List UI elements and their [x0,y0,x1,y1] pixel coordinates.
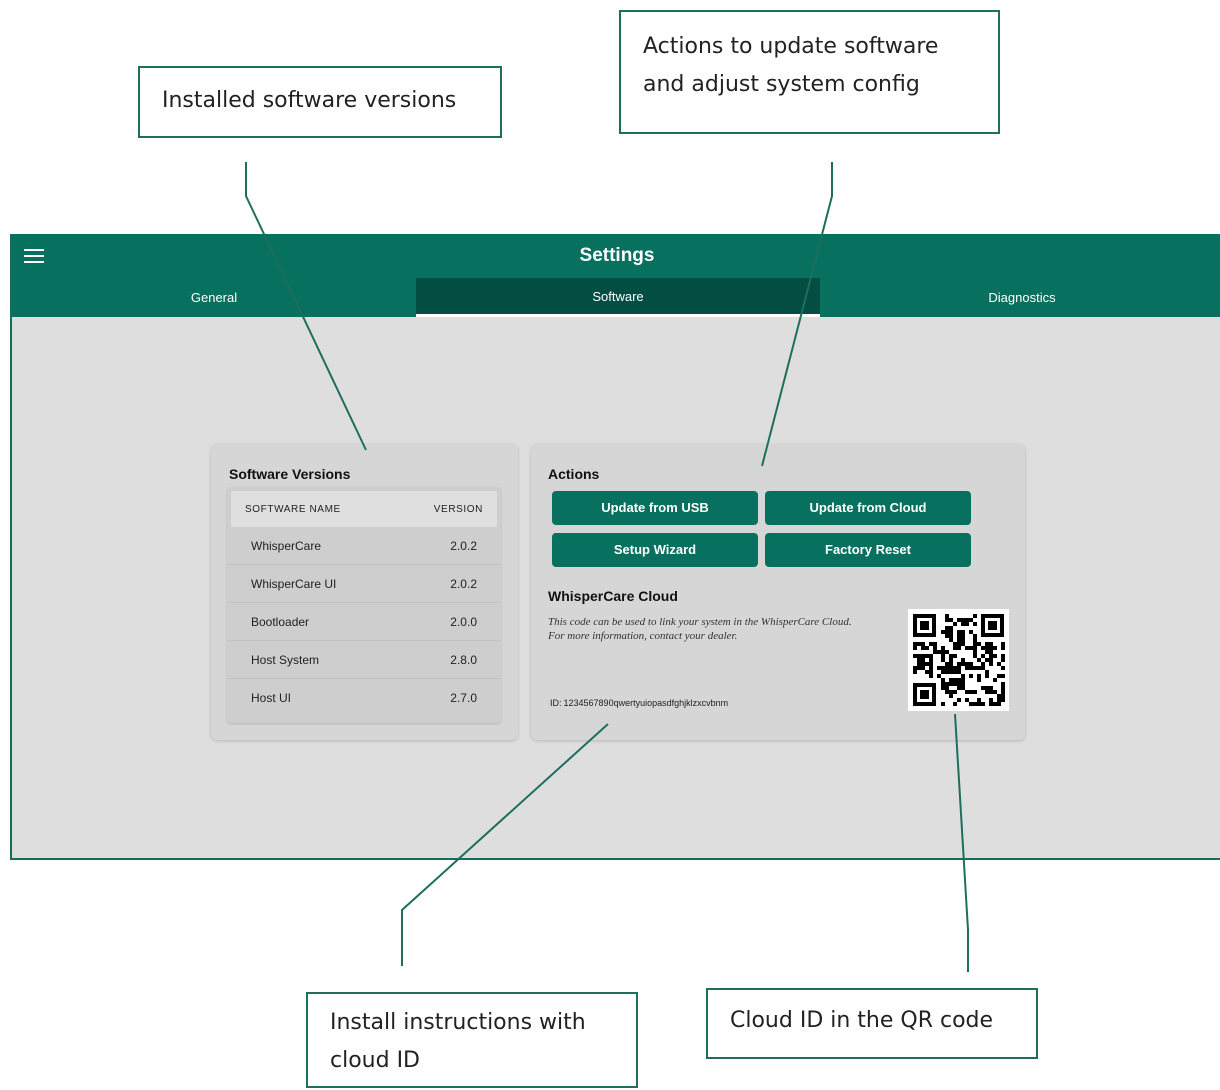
cloud-id-value: 1234567890qwertyuiopasdfghjklzxcvbnm [563,698,729,708]
callout-actions: Actions to update software and adjust sy… [619,10,1000,134]
software-version: 2.8.0 [450,652,477,667]
column-header-version: VERSION [433,503,483,515]
page-title: Settings [579,245,655,266]
update-from-cloud-button[interactable]: Update from Cloud [765,491,971,525]
cloud-description-line1: This code can be used to link your syste… [548,616,852,628]
tab-software[interactable]: Software [416,278,820,317]
callout-install-instructions: Install instructions with cloud ID [306,992,638,1088]
table-row: WhisperCare 2.0.2 [227,527,501,565]
table-row: Host System 2.8.0 [227,641,501,679]
software-name: WhisperCare UI [251,576,337,591]
top-bar: Settings [12,234,1220,278]
actions-card: Actions Update from USB Update from Clou… [531,444,1025,740]
cloud-description: This code can be used to link your syste… [548,615,908,643]
software-name: Host System [251,652,320,667]
software-versions-title: Software Versions [229,466,351,482]
table-row: Host UI 2.7.0 [227,679,501,717]
callout-text-line1: Actions to update software [643,34,939,59]
tab-diagnostics[interactable]: Diagnostics [820,278,1220,317]
update-from-usb-button[interactable]: Update from USB [552,491,758,525]
callout-cloud-id: Cloud ID in the QR code [706,988,1038,1059]
software-version: 2.7.0 [450,691,477,705]
versions-table: SOFTWARE NAME VERSION WhisperCare 2.0.2 … [227,487,501,723]
actions-title: Actions [548,466,600,482]
callout-installed-versions: Installed software versions [138,66,502,138]
software-name: WhisperCare [251,538,322,553]
software-version: 2.0.2 [450,576,477,591]
factory-reset-button[interactable]: Factory Reset [765,533,971,567]
tab-general[interactable]: General [12,278,416,317]
cloud-id: ID: 1234567890qwertyuiopasdfghjklzxcvbnm [548,698,728,708]
software-versions-card: Software Versions SOFTWARE NAME VERSION … [211,444,518,740]
callout-text-line2: and adjust system config [643,72,920,97]
callout-text: Installed software versions [162,88,457,113]
software-version: 2.0.2 [450,538,477,553]
table-row: Bootloader 2.0.0 [227,603,501,641]
cloud-section-title: WhisperCare Cloud [548,588,678,604]
column-header-name: SOFTWARE NAME [245,503,341,515]
tab-bar: General Software Diagnostics [12,278,1220,317]
table-header: SOFTWARE NAME VERSION [231,491,497,527]
callout-text: Cloud ID in the QR code [730,1008,994,1033]
cloud-id-label: ID: [550,698,562,708]
callout-text-line2: cloud ID [330,1048,420,1073]
settings-window: Settings General Software Diagnostics So… [10,234,1220,860]
software-name: Host UI [251,691,292,705]
qr-code-icon [908,609,1009,711]
setup-wizard-button[interactable]: Setup Wizard [552,533,758,567]
table-row: WhisperCare UI 2.0.2 [227,565,501,603]
cloud-description-line2: For more information, contact your deale… [548,630,738,642]
callout-text-line1: Install instructions with [330,1010,586,1035]
software-version: 2.0.0 [450,614,477,629]
software-name: Bootloader [251,614,310,629]
